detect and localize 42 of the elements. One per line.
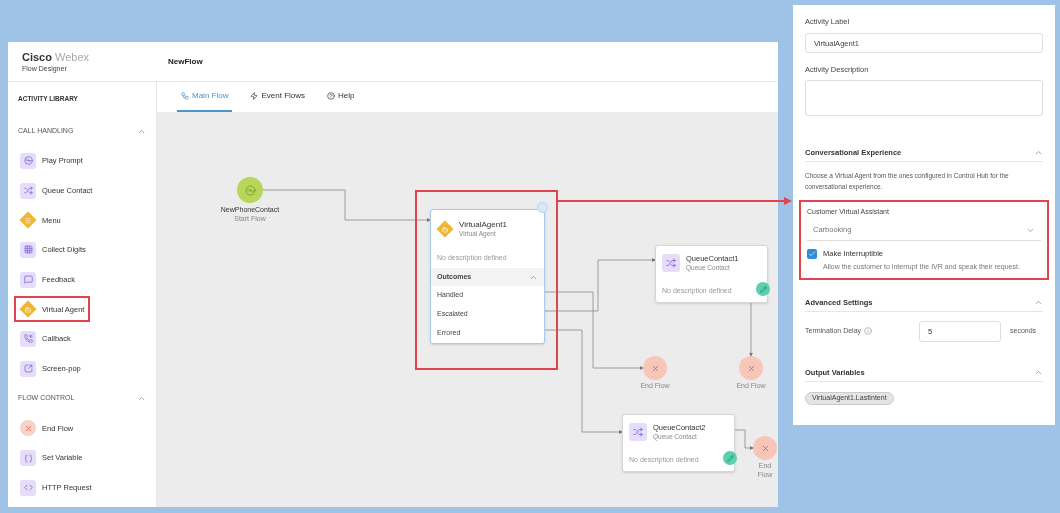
activity-icon [20,420,36,437]
tab-icon [250,92,259,100]
x-icon [650,363,660,373]
connection-handle[interactable] [537,202,548,213]
activity-icon [20,479,36,496]
start-node[interactable] [237,177,263,203]
flow-tab[interactable]: Help [323,82,359,112]
check-icon [808,249,816,258]
activity-description-field[interactable] [805,80,1043,116]
activity-icon [437,221,453,237]
activity-icon [20,450,36,467]
edit-badge-icon[interactable] [723,451,737,465]
x-icon [746,363,756,373]
flow-tab[interactable]: Event Flows [246,82,310,112]
pencil-glyph-icon [726,454,734,462]
chevron-icon[interactable] [137,394,146,403]
queue-icon [629,423,647,441]
activity-icon [20,212,36,229]
end-flow-node[interactable] [753,436,777,460]
queue-icon [662,254,680,272]
activity-icon [20,271,36,288]
disc-icon [244,184,256,196]
end-flow-node[interactable] [739,356,763,380]
tab-icon [327,92,336,100]
end-flow-node[interactable] [643,356,667,380]
info-icon[interactable] [864,327,873,336]
x-icon [760,443,770,453]
activity-icon [20,330,36,347]
flow-name: NewFlow [168,55,203,68]
activity-icon [20,182,36,199]
activity-icon [20,152,36,169]
activity-icon [20,360,36,377]
node-title: VirtualAgent1 [459,219,507,230]
brand-name: Cisco [22,51,52,63]
pencil-glyph-icon [759,285,767,293]
edit-badge-icon[interactable] [756,282,770,296]
activity-icon [20,241,36,258]
tab-icon [181,92,189,100]
product-name: Webex [54,51,89,63]
checkbox[interactable] [807,248,817,259]
activity-icon [20,301,36,318]
chevron-icon[interactable] [1034,148,1043,157]
